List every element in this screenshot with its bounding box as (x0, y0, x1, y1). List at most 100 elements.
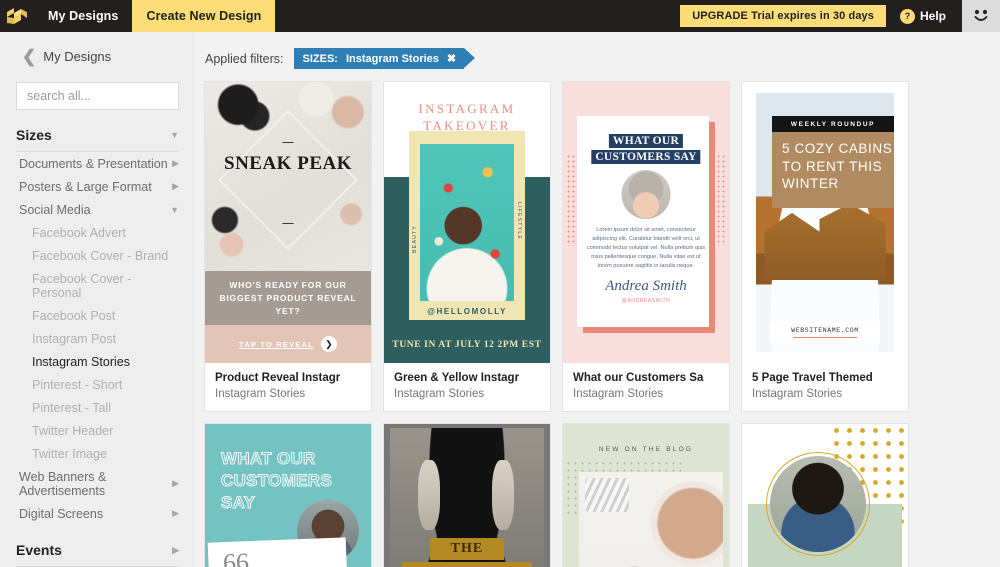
chevron-down-icon: ▼ (170, 204, 179, 215)
chevron-right-icon: ▶ (172, 158, 179, 168)
card-title: What our Customers Sa (573, 372, 704, 384)
smiley-avatar-icon (974, 9, 988, 21)
sidebar: ❮ My Designs Sizes ▼ Documents & Present… (0, 32, 195, 567)
template-card[interactable]: WEEKLY ROUNDUP 5 COZY CABINS TO RENT THI… (742, 82, 908, 411)
card-caption: What our Customers Sa Instagram Stories (563, 363, 729, 411)
upgrade-button[interactable]: UPGRADE Trial expires in 30 days (680, 5, 886, 27)
card-subtitle: Instagram Stories (573, 388, 664, 400)
avatar[interactable] (962, 0, 1000, 32)
main-content: Applied filters: SIZES: Instagram Storie… (195, 32, 1000, 567)
sidebar-item-pinterest-short[interactable]: Pinterest - Short (16, 373, 179, 396)
template-thumbnail[interactable]: SNEAK PEAK WHO'S READY FOR OUR BIGGEST P… (205, 82, 371, 363)
template-card[interactable]: WHAT OUR CUSTOMERS SAY 66 Lorem ipsum do… (205, 424, 371, 567)
sidebar-item-label: Web Banners & Advertisements (19, 469, 107, 498)
thumb-body-text: Lorem ipsum dolor sit amet, consectetur … (586, 227, 706, 269)
thumbnail-photo (621, 170, 671, 219)
chevron-right-icon: ▶ (172, 544, 179, 555)
template-grid: SNEAK PEAK WHO'S READY FOR OUR BIGGEST P… (205, 82, 1000, 567)
nav-tab-create-new-design-label: Create New Design (146, 9, 262, 23)
thumb-side-label-right: LIFESTYLE (516, 202, 522, 241)
sidebar-item-digital-screens[interactable]: Digital Screens ▶ (16, 502, 179, 525)
template-card[interactable]: NEW ON THE BLOG (563, 424, 729, 567)
sidebar-item-pinterest-tall[interactable]: Pinterest - Tall (16, 396, 179, 419)
thumb-footer-text: TUNE IN AT JULY 12 2PM EST (392, 340, 542, 350)
template-card[interactable]: SNEAK PEAK WHO'S READY FOR OUR BIGGEST P… (205, 82, 371, 411)
card-caption: 5 Page Travel Themed Instagram Stories (742, 363, 908, 411)
sidebar-item-social-media[interactable]: Social Media ▼ (16, 198, 179, 221)
sidebar-group-sizes-label: Sizes (16, 127, 52, 143)
brand-logo-icon (7, 8, 27, 24)
nav-tab-create-new-design[interactable]: Create New Design (132, 0, 276, 32)
thumb-headline-line1: WHAT OUR (608, 134, 684, 148)
breadcrumb-back-my-designs[interactable]: ❮ My Designs (16, 32, 179, 65)
photo-detail (585, 478, 629, 512)
card-title: 5 Page Travel Themed (752, 372, 873, 384)
chevron-right-icon: ▶ (172, 181, 179, 191)
sidebar-item-label: Digital Screens (19, 506, 104, 521)
card-subtitle: Instagram Stories (752, 388, 843, 400)
filter-chip-value: Instagram Stories (345, 52, 439, 65)
sidebar-item-twitter-header[interactable]: Twitter Header (16, 419, 179, 442)
thumb-headline-line2: CUSTOMERS SAY (591, 150, 701, 164)
photo-detail (418, 460, 440, 530)
filter-chip-prefix: SIZES: (302, 52, 338, 65)
sidebar-group-sizes[interactable]: Sizes ▼ (16, 110, 179, 152)
sidebar-item-label: Social Media (19, 202, 91, 217)
thumb-cta-bar: TAP TO REVEAL ❯ (205, 325, 371, 363)
thumb-headline: SNEAK PEAK (224, 153, 352, 174)
thumb-headline: WHAT OUR CUSTOMERS SAY (221, 449, 333, 513)
chevron-right-icon: ▶ (172, 478, 179, 488)
sidebar-item-instagram-stories[interactable]: Instagram Stories (16, 350, 179, 373)
sidebar-item-label: Documents & Presentation (19, 156, 168, 171)
nav-tab-my-designs[interactable]: My Designs (34, 0, 132, 32)
sidebar-item-twitter-image[interactable]: Twitter Image (16, 442, 179, 465)
thumb-handle: @ANDREASMITH (621, 298, 671, 304)
applied-filters-label: Applied filters: (205, 51, 284, 66)
card-subtitle: Instagram Stories (215, 388, 306, 400)
thumbnail-photo (420, 144, 514, 301)
sidebar-item-documents-presentation[interactable]: Documents & Presentation ▶ (16, 152, 179, 175)
sidebar-item-facebook-cover-personal[interactable]: Facebook Cover - Personal (16, 267, 179, 304)
template-thumbnail[interactable]: WEEKLY ROUNDUP 5 COZY CABINS TO RENT THI… (742, 82, 908, 363)
template-thumbnail[interactable]: INSTAGRAM TAKEOVER BEAUTY LIFESTYLE @HEL… (384, 82, 550, 363)
close-icon[interactable]: ✖ (447, 52, 456, 65)
quote-mark-icon: 66 (222, 547, 250, 567)
filter-chip-instagram-stories[interactable]: SIZES: Instagram Stories ✖ (293, 48, 475, 69)
chevron-right-icon: ▶ (172, 508, 179, 518)
card-title: Product Reveal Instagr (215, 372, 341, 384)
template-thumbnail[interactable]: THE FASHION (384, 424, 550, 567)
template-thumbnail[interactable]: WHAT OUR CUSTOMERS SAY Lorem ipsum dolor… (563, 82, 729, 363)
sidebar-group-events[interactable]: Events ▶ (16, 525, 179, 567)
top-bar-spacer (275, 0, 680, 32)
thumb-headline-line1: THE (430, 538, 504, 560)
breadcrumb-label: My Designs (43, 49, 112, 64)
search-input[interactable] (16, 82, 179, 110)
thumb-headline: 5 COZY CABINS TO RENT THIS WINTER (772, 132, 894, 208)
underline-rule (793, 336, 857, 338)
sidebar-group-events-label: Events (16, 542, 62, 558)
template-card[interactable]: WHAT OUR CUSTOMERS SAY Lorem ipsum dolor… (563, 82, 729, 411)
sidebar-item-facebook-advert[interactable]: Facebook Advert (16, 221, 179, 244)
page-body: ❮ My Designs Sizes ▼ Documents & Present… (0, 32, 1000, 567)
thumb-headline-line2: FASHION (402, 562, 532, 567)
chevron-left-icon: ❮ (22, 47, 37, 66)
help-question-icon: ? (899, 8, 915, 24)
top-bar: My Designs Create New Design UPGRADE Tri… (0, 0, 1000, 32)
template-card[interactable]: THE FASHION (384, 424, 550, 567)
brand-logo[interactable] (0, 0, 34, 32)
chevron-down-icon: ▼ (170, 130, 179, 140)
sidebar-item-facebook-cover-brand[interactable]: Facebook Cover - Brand (16, 244, 179, 267)
template-thumbnail[interactable]: WHAT OUR CUSTOMERS SAY 66 Lorem ipsum do… (205, 424, 371, 567)
template-thumbnail[interactable]: NEW ON THE BLOG (563, 424, 729, 567)
template-thumbnail[interactable] (742, 424, 908, 567)
sidebar-item-posters-large-format[interactable]: Posters & Large Format ▶ (16, 175, 179, 198)
help-link[interactable]: ? Help (899, 0, 946, 32)
sidebar-item-facebook-post[interactable]: Facebook Post (16, 304, 179, 327)
template-card[interactable] (742, 424, 908, 567)
card-caption: Green & Yellow Instagr Instagram Stories (384, 363, 550, 411)
sidebar-item-instagram-post[interactable]: Instagram Post (16, 327, 179, 350)
template-card[interactable]: INSTAGRAM TAKEOVER BEAUTY LIFESTYLE @HEL… (384, 82, 550, 411)
thumb-url-block: WEBSITENAME.COM (770, 321, 880, 343)
thumb-eyebrow: WEEKLY ROUNDUP (772, 116, 894, 132)
sidebar-item-web-banners-advertisements[interactable]: Web Banners & Advertisements ▶ (16, 465, 179, 502)
